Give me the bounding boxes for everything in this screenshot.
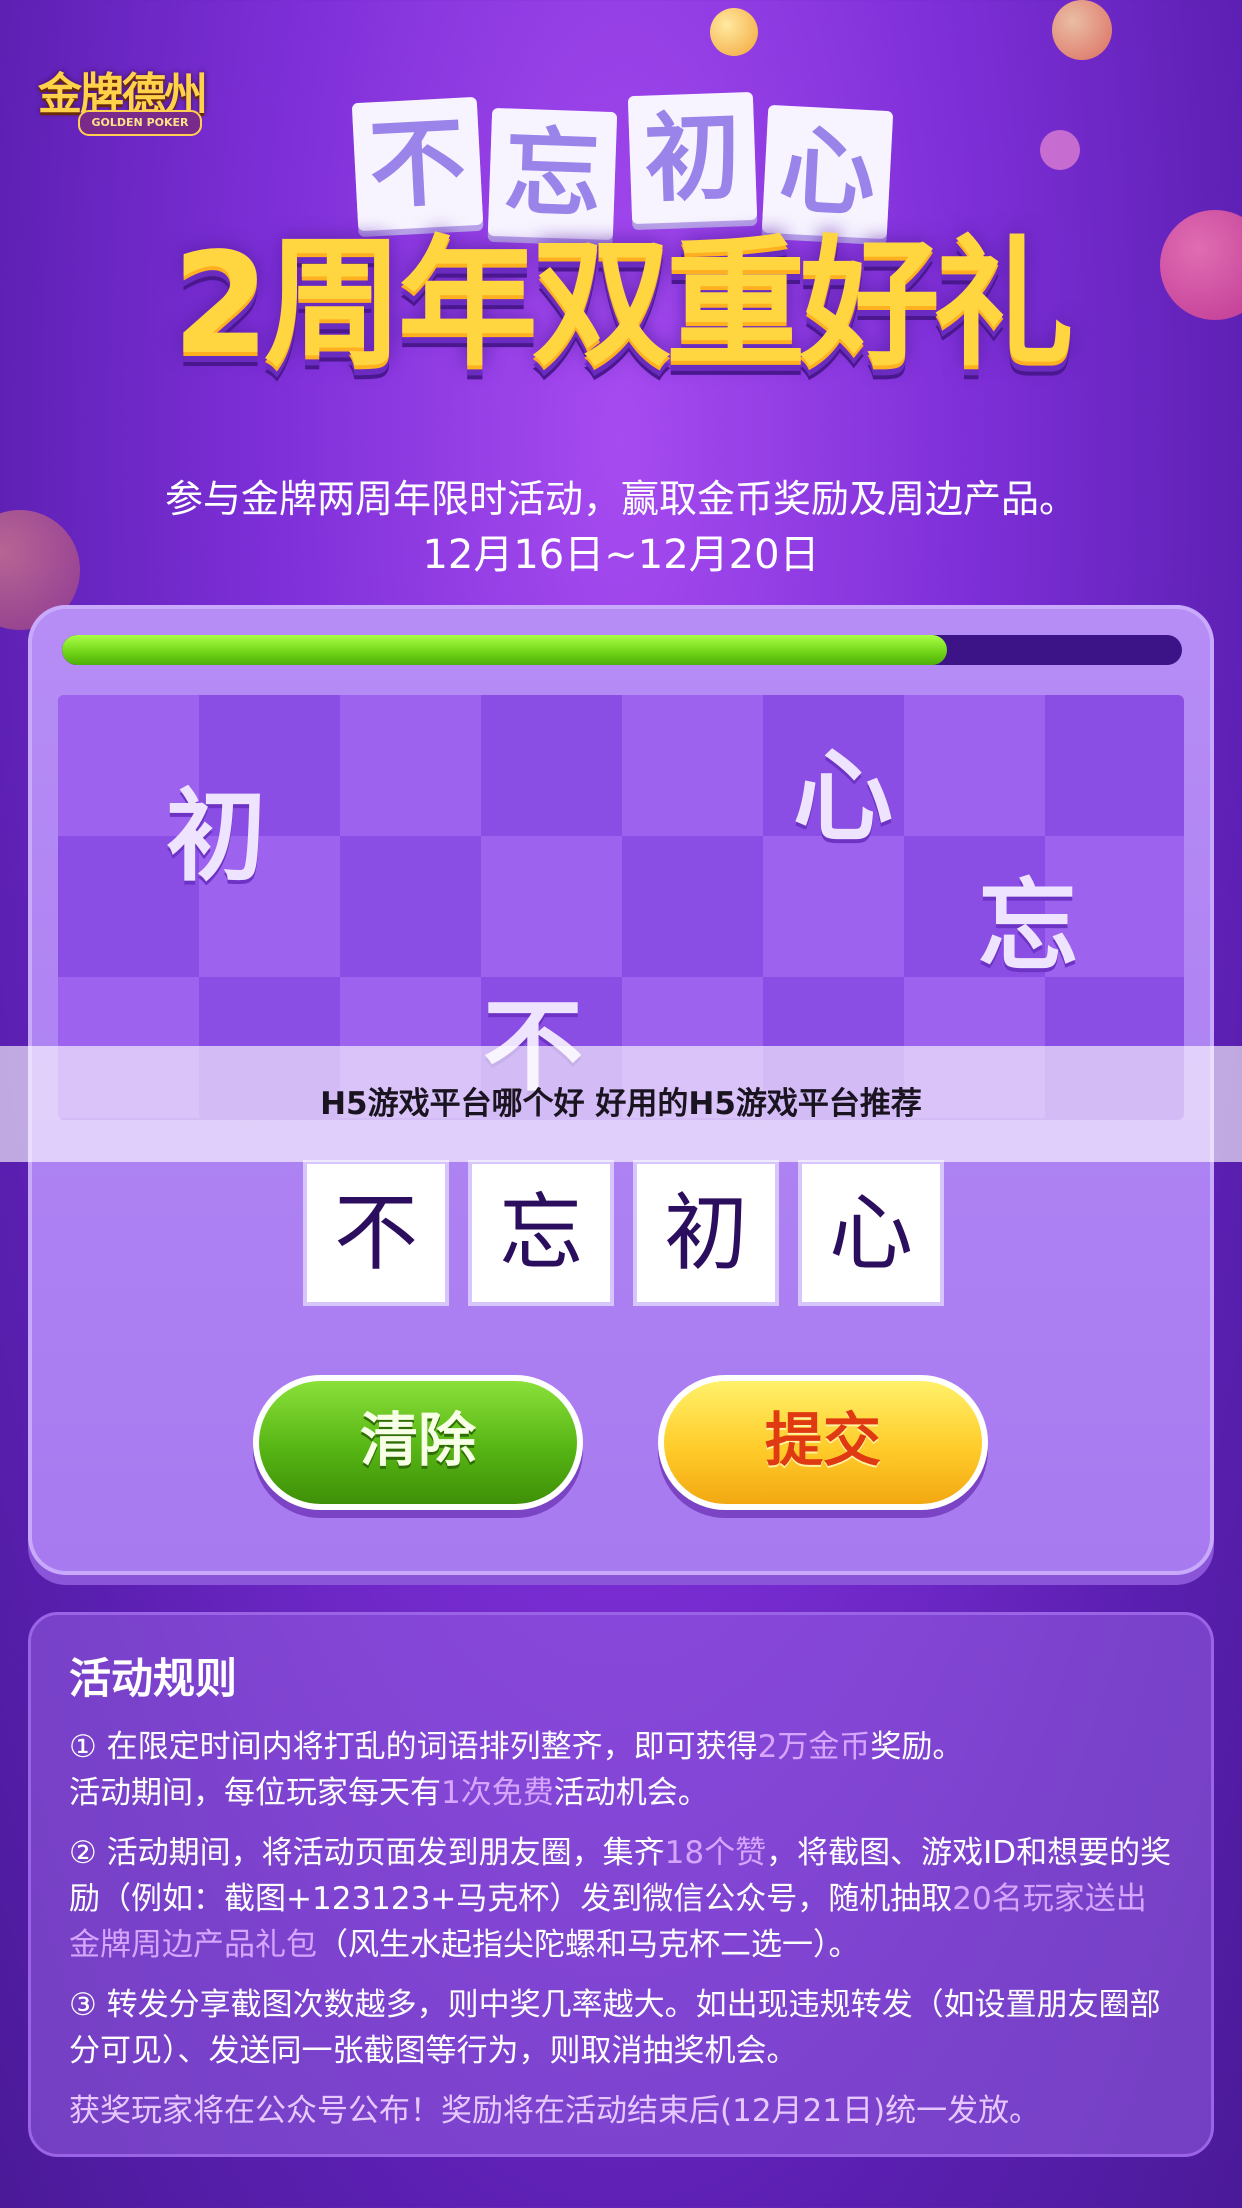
answer-slot[interactable]: 初 bbox=[633, 1160, 779, 1306]
rules-panel: 活动规则 ① 在限定时间内将打乱的词语排列整齐，即可获得2万金币奖励。 活动期间… bbox=[28, 1612, 1214, 2157]
event-dates: 12月16日~12月20日 bbox=[422, 532, 820, 578]
board-cell bbox=[904, 695, 1045, 836]
rule-text: 活动机会。 bbox=[553, 1775, 709, 1811]
rule-3: ③ 转发分享截图次数越多，则中奖几率越大。如出现违规转发（如设置朋友圈部分可见）… bbox=[69, 1987, 1161, 2069]
scrambled-char[interactable]: 忘 bbox=[978, 845, 1078, 990]
page-headline: 2周年双重好礼 bbox=[172, 223, 1073, 386]
brand-logo: 金牌德州 GOLDEN POKER bbox=[38, 58, 228, 144]
overlay-banner: H5游戏平台哪个好 好用的H5游戏平台推荐 bbox=[0, 1046, 1242, 1162]
rule-highlight: 2万金币 bbox=[757, 1729, 871, 1765]
rule-2: ② 活动期间，将活动页面发到朋友圈，集齐18个赞，将截图、游戏ID和想要的奖励（… bbox=[69, 1830, 1173, 1968]
rule-text: 奖励。 bbox=[870, 1729, 964, 1765]
board-cell bbox=[622, 695, 763, 836]
rule-text: ② 活动期间，将活动页面发到朋友圈，集齐 bbox=[69, 1835, 665, 1871]
rule-highlight: 18个赞 bbox=[664, 1835, 767, 1871]
rule-text: 活动期间，每位玩家每天有 bbox=[69, 1775, 441, 1811]
rule-text: （风生水起指尖陀螺和马克杯二选一）。 bbox=[317, 1927, 860, 1963]
answer-slot[interactable]: 不 bbox=[303, 1160, 449, 1306]
board-cell bbox=[481, 836, 622, 977]
rule-text: ① 在限定时间内将打乱的词语排列整齐，即可获得 bbox=[69, 1729, 758, 1765]
decor-bubble bbox=[710, 8, 758, 56]
rule-1: ① 在限定时间内将打乱的词语排列整齐，即可获得2万金币奖励。 活动期间，每位玩家… bbox=[69, 1724, 1173, 1816]
answer-slot[interactable]: 心 bbox=[798, 1160, 944, 1306]
board-cell bbox=[340, 695, 481, 836]
decor-bubble bbox=[1052, 0, 1112, 60]
answer-slot[interactable]: 忘 bbox=[468, 1160, 614, 1306]
rules-title: 活动规则 bbox=[69, 1654, 238, 1703]
logo-subtitle: GOLDEN POKER bbox=[78, 110, 202, 136]
decor-bubble bbox=[1160, 210, 1242, 320]
scrambled-char[interactable]: 初 bbox=[166, 755, 266, 900]
decor-bubble bbox=[1040, 130, 1080, 170]
progress-bar bbox=[62, 635, 1182, 665]
progress-fill bbox=[62, 635, 947, 665]
board-cell bbox=[340, 836, 481, 977]
board-cell bbox=[622, 836, 763, 977]
board-cell bbox=[1045, 695, 1184, 836]
rule-highlight: 1次免费 bbox=[441, 1775, 554, 1811]
board-cell bbox=[481, 695, 622, 836]
scrambled-char[interactable]: 心 bbox=[793, 715, 893, 860]
rules-footer: 获奖玩家将在公众号公布！奖励将在活动结束后(12月21日)统一发放。 bbox=[69, 2093, 1041, 2129]
submit-button[interactable]: 提交 bbox=[658, 1375, 988, 1510]
event-intro: 参与金牌两周年限时活动，赢取金币奖励及周边产品。 bbox=[164, 477, 1077, 521]
clear-button[interactable]: 清除 bbox=[253, 1375, 583, 1510]
